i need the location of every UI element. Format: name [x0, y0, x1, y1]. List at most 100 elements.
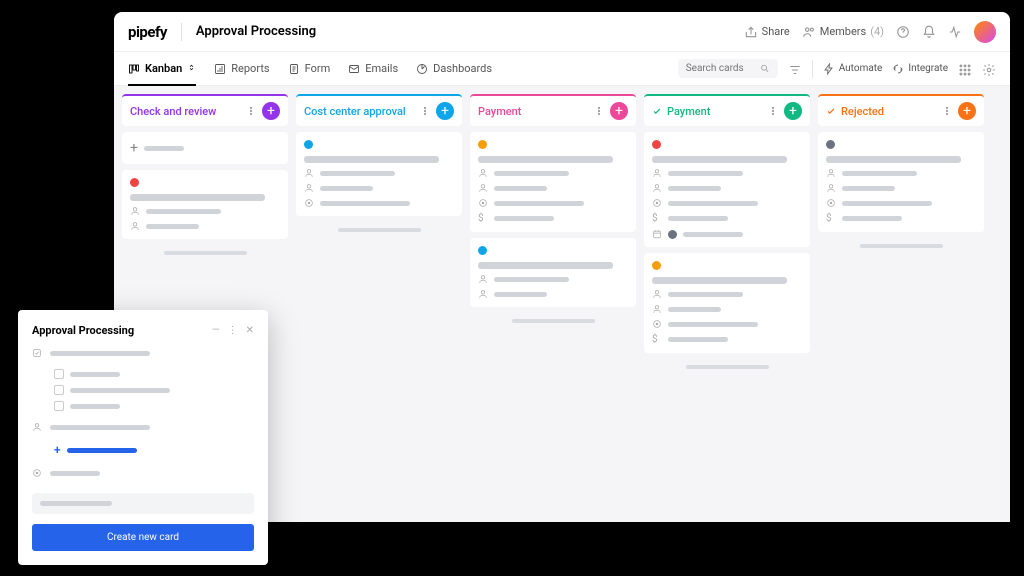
activity-icon[interactable] [948, 25, 962, 39]
user-icon [826, 183, 836, 193]
new-card-placeholder[interactable]: + [122, 132, 288, 164]
kanban-card[interactable]: $ [644, 132, 810, 247]
gear-icon[interactable] [982, 62, 996, 76]
dollar-icon: $ [478, 213, 488, 224]
column-menu-icon[interactable] [941, 107, 953, 115]
divider [181, 23, 182, 41]
column-header[interactable]: Check and review+ [122, 94, 288, 126]
column-header[interactable]: Payment+ [644, 94, 810, 126]
add-card-button[interactable]: + [958, 102, 976, 120]
status-dot [130, 178, 139, 187]
bell-icon[interactable] [922, 25, 936, 39]
kanban-card[interactable] [296, 132, 462, 216]
modal-sublist [32, 369, 254, 411]
members-button[interactable]: Members (4) [802, 25, 884, 39]
column-rejected: Rejected+ $ [818, 94, 984, 514]
circle-dot-icon [652, 319, 662, 329]
check-icon [652, 106, 662, 116]
column-menu-icon[interactable] [419, 107, 431, 115]
add-item-link[interactable]: + [54, 443, 254, 457]
status-dot [478, 140, 487, 149]
integrate-button[interactable]: Integrate [892, 63, 948, 75]
column-menu-icon[interactable] [767, 107, 779, 115]
dollar-icon: $ [652, 213, 662, 224]
modal-field [32, 345, 254, 361]
list-item[interactable] [54, 385, 254, 395]
apps-icon[interactable] [958, 62, 972, 76]
tab-kanban[interactable]: Kanban [128, 58, 196, 79]
app-logo: pipefy [128, 23, 167, 41]
circle-dot-icon [652, 198, 662, 208]
column-header[interactable]: Cost center approval+ [296, 94, 462, 126]
user-icon [130, 221, 140, 231]
calendar-icon [652, 229, 662, 239]
collapsed-card [512, 319, 595, 323]
search-input[interactable] [678, 59, 778, 78]
list-item[interactable] [54, 401, 254, 411]
user-icon [652, 168, 662, 178]
circle-dot-icon [478, 198, 488, 208]
share-button[interactable]: Share [744, 25, 790, 39]
tab-dashboards[interactable]: Dashboards [416, 58, 492, 79]
user-icon [478, 274, 488, 284]
add-card-button[interactable]: + [610, 102, 628, 120]
user-icon [304, 183, 314, 193]
circle-dot-icon [826, 198, 836, 208]
status-dot [826, 140, 835, 149]
viewbar: Kanban Reports Form Emails Dashboards Au… [114, 52, 1010, 86]
tab-form[interactable]: Form [288, 58, 331, 79]
kanban-card[interactable] [470, 238, 636, 307]
column-header[interactable]: Rejected+ [818, 94, 984, 126]
modal-close-icon[interactable]: ✕ [246, 325, 254, 336]
reports-icon [214, 63, 226, 75]
modal-menu-icon[interactable]: ⋮ [228, 325, 238, 336]
user-icon [652, 304, 662, 314]
search-field[interactable] [686, 63, 760, 74]
kanban-card[interactable]: $ [818, 132, 984, 232]
modal-text-input[interactable] [32, 493, 254, 514]
help-icon[interactable] [896, 25, 910, 39]
circle-dot-icon [32, 468, 42, 478]
kanban-card[interactable]: $ [470, 132, 636, 232]
add-card-button[interactable]: + [784, 102, 802, 120]
kanban-card[interactable]: $ [644, 253, 810, 353]
column-payment: Payment+ $ [470, 94, 636, 514]
dollar-icon: $ [826, 213, 836, 224]
user-icon [130, 206, 140, 216]
kanban-icon [128, 63, 140, 75]
modal-field [32, 465, 254, 481]
collapsed-card [860, 244, 943, 248]
topbar: pipefy Approval Processing Share Members… [114, 12, 1010, 52]
collapsed-card [686, 365, 769, 369]
user-icon [652, 183, 662, 193]
collapsed-card [164, 251, 247, 255]
column-cost-center: Cost center approval+ [296, 94, 462, 514]
list-item[interactable] [54, 369, 254, 379]
add-card-button[interactable]: + [436, 102, 454, 120]
status-dot [652, 140, 661, 149]
filter-icon[interactable] [788, 62, 802, 76]
tab-reports[interactable]: Reports [214, 58, 269, 79]
automate-button[interactable]: Automate [823, 63, 883, 75]
modal-minimize-icon[interactable]: — [212, 325, 220, 336]
user-icon [32, 422, 42, 432]
add-card-button[interactable]: + [262, 102, 280, 120]
modal-field [32, 419, 254, 435]
check-icon [826, 106, 836, 116]
column-menu-icon[interactable] [245, 107, 257, 115]
user-icon [304, 168, 314, 178]
share-icon [744, 25, 758, 39]
column-header[interactable]: Payment+ [470, 94, 636, 126]
user-icon [652, 289, 662, 299]
dashboards-icon [416, 63, 428, 75]
column-menu-icon[interactable] [593, 107, 605, 115]
user-icon [478, 168, 488, 178]
user-icon [478, 183, 488, 193]
kanban-card[interactable] [122, 170, 288, 239]
user-avatar[interactable] [974, 21, 996, 43]
create-card-submit[interactable]: Create new card [32, 524, 254, 551]
tab-emails[interactable]: Emails [348, 58, 398, 79]
user-icon [478, 289, 488, 299]
search-icon [760, 63, 770, 74]
dollar-icon: $ [652, 334, 662, 345]
